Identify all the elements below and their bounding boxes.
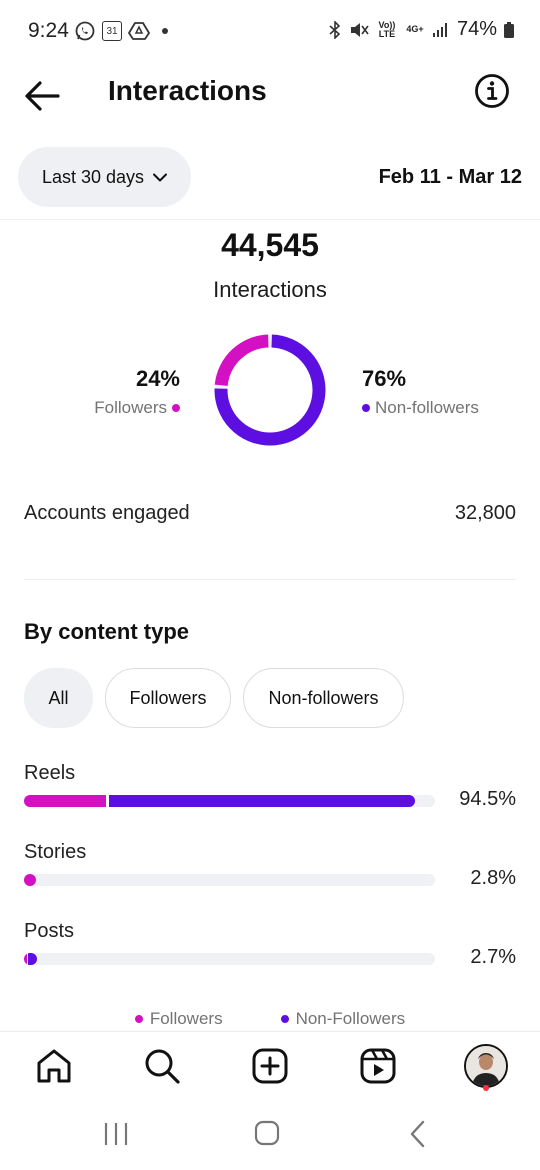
bar-segment-nonfollowers: [109, 795, 415, 807]
chip-all[interactable]: All: [24, 668, 93, 728]
chip-nonfollowers-label: Non-followers: [268, 687, 379, 708]
content-type-label: Reels: [24, 762, 76, 784]
content-type-label: Posts: [24, 920, 75, 942]
content-type-percent: 2.7%: [470, 946, 516, 968]
content-type-bar: [24, 795, 435, 807]
battery-icon: [504, 21, 514, 38]
nonfollowers-dot-icon: [280, 1015, 289, 1023]
followers-dot-icon: [134, 1015, 143, 1023]
nonfollowers-share: 76% Non-followers: [362, 366, 479, 418]
volte-label: Vo)) LTE: [378, 19, 396, 39]
followers-legend: Followers: [94, 398, 180, 418]
profile-notification-dot-icon: [483, 1085, 489, 1091]
time-range-dropdown[interactable]: Last 30 days: [18, 147, 191, 207]
chevron-down-icon: [153, 173, 168, 181]
nav-home-button[interactable]: [34, 1046, 74, 1086]
status-time: 9:24: [28, 19, 69, 42]
profile-avatar-icon: [466, 1046, 506, 1086]
recents-icon[interactable]: [102, 1121, 130, 1147]
chip-all-label: All: [48, 687, 69, 708]
home-icon: [37, 1049, 71, 1083]
accounts-engaged-value: 32,800: [454, 502, 516, 524]
followers-share: 24% Followers: [94, 366, 180, 418]
status-notification-icons: 31: [74, 20, 168, 42]
section-title: By content type: [24, 619, 190, 644]
calendar-icon: 31: [102, 21, 122, 41]
donut-segment-followers: [214, 334, 269, 387]
content-type-label: Stories: [24, 841, 87, 863]
network-4g-label: 4G+: [406, 24, 424, 34]
accounts-engaged-label: Accounts engaged: [24, 502, 190, 524]
accounts-engaged-row[interactable]: Accounts engaged 32,800: [24, 502, 516, 525]
chip-nonfollowers[interactable]: Non-followers: [243, 668, 404, 728]
signal-icon: [432, 22, 447, 37]
home-circle-icon[interactable]: [254, 1120, 280, 1146]
bar-segment-followers: [24, 795, 106, 807]
chip-followers-label: Followers: [129, 687, 207, 708]
followers-label: Followers: [94, 398, 167, 417]
followers-donut-chart: [214, 334, 326, 446]
chip-followers[interactable]: Followers: [105, 668, 231, 728]
nonfollowers-legend: Non-followers: [362, 398, 479, 418]
status-system-icons: Vo)) LTE 4G+ 74%: [328, 18, 514, 41]
mute-icon: [350, 22, 369, 37]
bar-segment-followers: [24, 874, 36, 886]
search-icon: [145, 1049, 180, 1084]
content-type-percent: 94.5%: [459, 788, 516, 810]
info-button[interactable]: [474, 73, 510, 109]
legend-followers-label: Followers: [149, 1009, 223, 1028]
content-type-bar: [24, 874, 435, 886]
total-interactions-label: Interactions: [213, 277, 327, 302]
audience-filter-chips: All Followers Non-followers: [24, 668, 404, 728]
nav-profile-avatar[interactable]: [464, 1044, 508, 1088]
nonfollowers-label: Non-followers: [375, 398, 479, 417]
content-type-legend: Followers Non-Followers: [0, 1009, 540, 1029]
legend-nonfollowers-label: Non-Followers: [295, 1009, 406, 1028]
more-dot-icon: [162, 28, 168, 34]
time-range-label: Last 30 days: [41, 166, 145, 187]
content-type-row-reels: Reels 94.5%: [24, 762, 516, 822]
status-bar: 9:24 31 Vo)) LTE 4G+ 74%: [0, 0, 540, 64]
battery-percent: 74%: [456, 18, 497, 40]
content-type-percent: 2.8%: [470, 867, 516, 889]
content-type-bar: [24, 953, 435, 965]
nav-reels-button[interactable]: [358, 1046, 398, 1086]
divider: [0, 219, 540, 220]
page-title: Interactions: [108, 75, 267, 106]
nonfollowers-dot-icon: [362, 404, 370, 412]
bottom-navigation: [0, 1031, 540, 1103]
create-icon: [252, 1048, 288, 1084]
arrow-left-icon: [25, 81, 60, 111]
system-navigation-bar: [0, 1103, 540, 1170]
app-header: Interactions: [0, 64, 540, 128]
content-type-row-posts: Posts 2.7%: [24, 920, 516, 980]
drive-icon: [128, 22, 150, 40]
legend-followers: Followers: [134, 1009, 223, 1029]
back-button[interactable]: [20, 76, 64, 116]
content-type-row-stories: Stories 2.8%: [24, 841, 516, 901]
total-interactions-value: 44,545: [221, 227, 319, 263]
followers-dot-icon: [172, 404, 180, 412]
reels-icon: [360, 1048, 396, 1084]
bar-segment-nonfollowers: [28, 953, 37, 965]
back-chevron-icon[interactable]: [408, 1120, 428, 1148]
whatsapp-icon: [75, 21, 95, 41]
nonfollowers-percent: 76%: [362, 366, 407, 391]
followers-percent: 24%: [135, 366, 180, 391]
nav-create-button[interactable]: [250, 1046, 290, 1086]
date-range-text: Feb 11 - Mar 12: [378, 166, 522, 188]
bluetooth-icon: [329, 20, 341, 39]
info-icon: [475, 74, 509, 108]
divider: [24, 579, 516, 580]
nav-search-button[interactable]: [142, 1046, 182, 1086]
legend-nonfollowers: Non-Followers: [280, 1009, 406, 1029]
